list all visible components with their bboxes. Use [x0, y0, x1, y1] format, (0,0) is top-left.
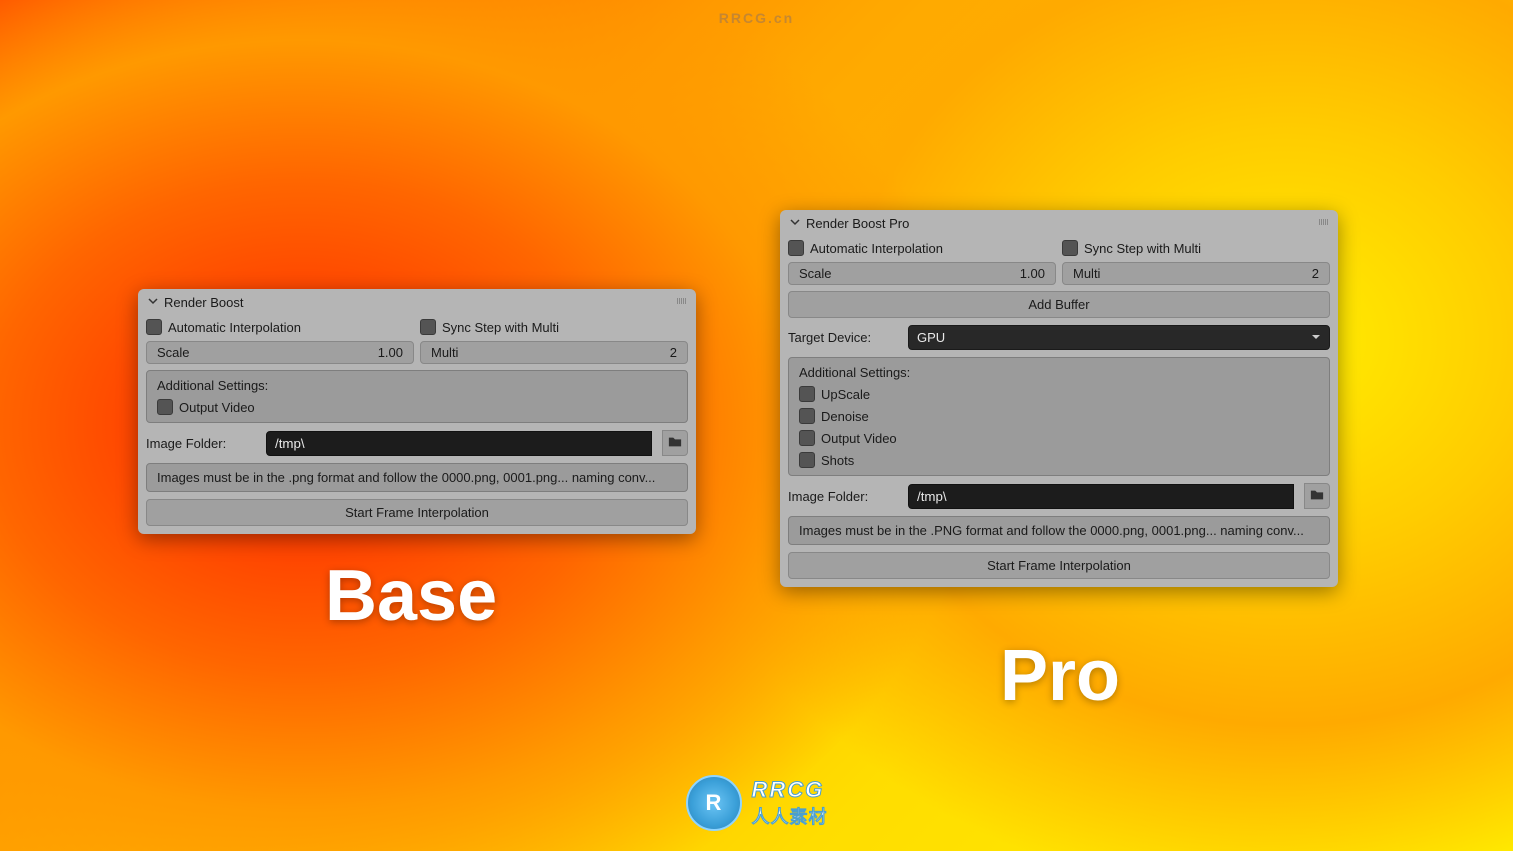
checkbox-box: [799, 430, 815, 446]
checkbox-box: [799, 386, 815, 402]
checkbox-box: [1062, 240, 1078, 256]
pro-version-label: Pro: [1000, 635, 1120, 717]
logo-text-1: RRCG: [752, 777, 828, 803]
checkbox-box: [157, 399, 173, 415]
image-folder-label: Image Folder:: [788, 489, 898, 504]
multi-field[interactable]: Multi2: [1062, 262, 1330, 285]
logo-text-2: 人人素材: [752, 803, 828, 829]
panel-title: Render Boost Pro: [806, 216, 909, 231]
multi-field[interactable]: Multi2: [420, 341, 688, 364]
image-folder-input[interactable]: [908, 484, 1294, 509]
folder-icon: [1310, 488, 1324, 505]
image-folder-row: Image Folder:: [138, 426, 696, 460]
checkbox-box: [799, 408, 815, 424]
additional-settings-label: Additional Settings:: [789, 362, 1329, 383]
output-video-checkbox[interactable]: Output Video: [789, 427, 1329, 449]
info-text: Images must be in the .png format and fo…: [146, 463, 688, 492]
logo-icon: R: [686, 775, 742, 831]
checkbox-label: Automatic Interpolation: [168, 320, 301, 335]
chevron-down-icon: [790, 215, 800, 230]
chevron-down-icon: [1311, 330, 1321, 345]
panel-title: Render Boost: [164, 295, 244, 310]
checkbox-box: [788, 240, 804, 256]
checkbox-label: Output Video: [821, 431, 897, 446]
checkbox-label: Output Video: [179, 400, 255, 415]
action-row: Start Frame Interpolation: [780, 548, 1338, 587]
image-folder-row: Image Folder:: [780, 479, 1338, 513]
image-folder-label: Image Folder:: [146, 436, 256, 451]
additional-settings-subpanel: Additional Settings: UpScale Denoise Out…: [788, 357, 1330, 476]
panel-header[interactable]: Render Boost Pro: [780, 210, 1338, 237]
auto-interp-checkbox[interactable]: Automatic Interpolation: [788, 240, 1056, 256]
field-label: Scale: [799, 266, 1020, 281]
logo: R RRCG 人人素材: [686, 775, 828, 831]
auto-interp-checkbox[interactable]: Automatic Interpolation: [146, 319, 414, 335]
checkbox-label: Denoise: [821, 409, 869, 424]
target-device-label: Target Device:: [788, 330, 898, 345]
checkbox-box: [799, 452, 815, 468]
checkbox-row: Automatic Interpolation Sync Step with M…: [138, 316, 696, 338]
field-value: 1.00: [378, 345, 403, 360]
dropdown-value: GPU: [917, 330, 945, 345]
scale-field[interactable]: Scale1.00: [146, 341, 414, 364]
field-label: Scale: [157, 345, 378, 360]
chevron-down-icon: [148, 294, 158, 309]
info-text: Images must be in the .PNG format and fo…: [788, 516, 1330, 545]
field-value: 2: [670, 345, 677, 360]
browse-folder-button[interactable]: [662, 430, 688, 456]
grip-icon: [1319, 219, 1328, 225]
checkbox-label: Sync Step with Multi: [442, 320, 559, 335]
checkbox-label: Sync Step with Multi: [1084, 241, 1201, 256]
checkbox-label: UpScale: [821, 387, 870, 402]
panel-header[interactable]: Render Boost: [138, 289, 696, 316]
render-boost-panel: Render Boost Automatic Interpolation Syn…: [138, 289, 696, 534]
action-row: Start Frame Interpolation: [138, 495, 696, 534]
logo-text: RRCG 人人素材: [752, 777, 828, 829]
field-value: 1.00: [1020, 266, 1045, 281]
upscale-checkbox[interactable]: UpScale: [789, 383, 1329, 405]
browse-folder-button[interactable]: [1304, 483, 1330, 509]
scale-field[interactable]: Scale1.00: [788, 262, 1056, 285]
image-folder-input[interactable]: [266, 431, 652, 456]
grip-icon: [677, 298, 686, 304]
checkbox-row: Automatic Interpolation Sync Step with M…: [780, 237, 1338, 259]
field-value: 2: [1312, 266, 1319, 281]
render-boost-pro-panel: Render Boost Pro Automatic Interpolation…: [780, 210, 1338, 587]
base-version-label: Base: [325, 555, 497, 637]
target-device-row: Target Device: GPU: [780, 321, 1338, 354]
start-interpolation-button[interactable]: Start Frame Interpolation: [788, 552, 1330, 579]
folder-icon: [668, 435, 682, 452]
shots-checkbox[interactable]: Shots: [789, 449, 1329, 471]
additional-settings-subpanel: Additional Settings: Output Video: [146, 370, 688, 423]
checkbox-label: Shots: [821, 453, 854, 468]
output-video-checkbox[interactable]: Output Video: [147, 396, 687, 418]
number-row: Scale1.00 Multi2: [138, 338, 696, 367]
denoise-checkbox[interactable]: Denoise: [789, 405, 1329, 427]
add-buffer-row: Add Buffer: [780, 288, 1338, 321]
field-label: Multi: [431, 345, 670, 360]
start-interpolation-button[interactable]: Start Frame Interpolation: [146, 499, 688, 526]
target-device-dropdown[interactable]: GPU: [908, 325, 1330, 350]
field-label: Multi: [1073, 266, 1312, 281]
add-buffer-button[interactable]: Add Buffer: [788, 291, 1330, 318]
sync-step-checkbox[interactable]: Sync Step with Multi: [420, 319, 688, 335]
checkbox-box: [420, 319, 436, 335]
checkbox-label: Automatic Interpolation: [810, 241, 943, 256]
additional-settings-label: Additional Settings:: [147, 375, 687, 396]
number-row: Scale1.00 Multi2: [780, 259, 1338, 288]
watermark-top: RRCG.cn: [719, 10, 794, 26]
checkbox-box: [146, 319, 162, 335]
sync-step-checkbox[interactable]: Sync Step with Multi: [1062, 240, 1330, 256]
